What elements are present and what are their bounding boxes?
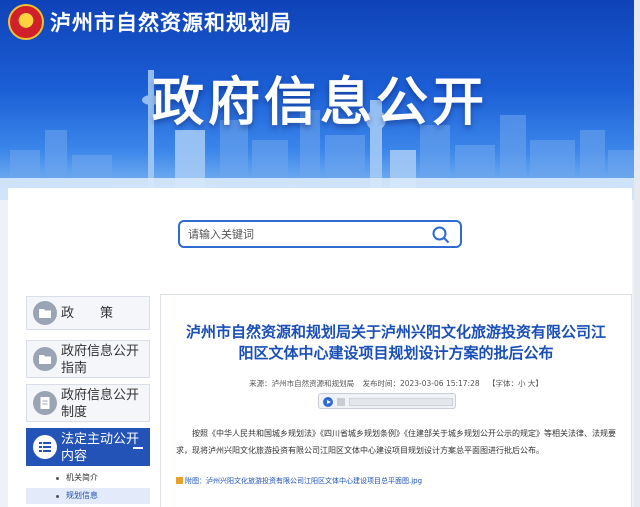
page-title: 政府信息公开: [151, 73, 488, 133]
attachment-link[interactable]: 附图：泸州兴阳文化旅游投资有限公司江阳区文体中心建设项目总平面图.jpg: [176, 476, 616, 486]
search-bar: [178, 220, 462, 248]
search-icon[interactable]: [432, 226, 450, 244]
sidebar-subitem-planning-info[interactable]: 规划信息: [26, 488, 150, 504]
article-source: 来源：泸州市自然资源和规划局: [249, 379, 355, 388]
audio-player: [318, 393, 456, 409]
search-input[interactable]: [188, 222, 428, 246]
sidebar-item-guide[interactable]: 政府信息公开指南: [26, 340, 150, 378]
page-scrollbar[interactable]: [634, 0, 640, 507]
font-size-control[interactable]: 【字体：小 大】: [488, 379, 543, 388]
sidebar-item-label: 政 策: [61, 306, 114, 321]
sidebar-item-policy[interactable]: 政 策: [26, 296, 150, 330]
audio-progress-bar[interactable]: [349, 398, 453, 406]
article-meta: 来源：泸州市自然资源和规划局 发布时间：2023-03-06 15:17:28 …: [160, 378, 632, 389]
play-icon[interactable]: [323, 397, 333, 407]
collapse-icon[interactable]: [133, 447, 143, 449]
sidebar-item-label: 政府信息公开指南: [61, 344, 140, 376]
sidebar-item-label: 法定主动公开内容: [61, 432, 140, 464]
national-emblem-logo: ★: [8, 4, 44, 40]
list-icon: [33, 435, 57, 459]
attachment-label[interactable]: 附图：泸州兴阳文化旅游投资有限公司江阳区文体中心建设项目总平面图.jpg: [185, 477, 422, 485]
document-icon: [33, 391, 57, 415]
article-body: 按照《中华人民共和国城乡规划法》《四川省城乡规划条例》《住建部关于城乡规划公开公…: [176, 429, 616, 455]
article-title: 泸州市自然资源和规划局关于泸州兴阳文化旅游投资有限公司江阳区文体中心建设项目规划…: [185, 323, 606, 362]
sidebar-item-label: 政府信息公开制度: [61, 388, 140, 420]
image-file-icon: [176, 477, 183, 484]
bureau-title: 泸州市自然资源和规划局: [50, 11, 292, 35]
stop-icon[interactable]: [337, 398, 345, 406]
folder-icon: [33, 301, 57, 325]
header-banner: ★ 泸州市自然资源和规划局 政府信息公开: [0, 0, 640, 200]
article-publish-time: 发布时间：2023-03-06 15:17:28: [362, 379, 480, 388]
sidebar-item-proactive-disclosure[interactable]: 法定主动公开内容: [26, 428, 150, 466]
sidebar-subitem-agency-intro[interactable]: 机关简介: [26, 470, 150, 486]
sidebar-item-system[interactable]: 政府信息公开制度: [26, 384, 150, 422]
folder-icon: [33, 347, 57, 371]
